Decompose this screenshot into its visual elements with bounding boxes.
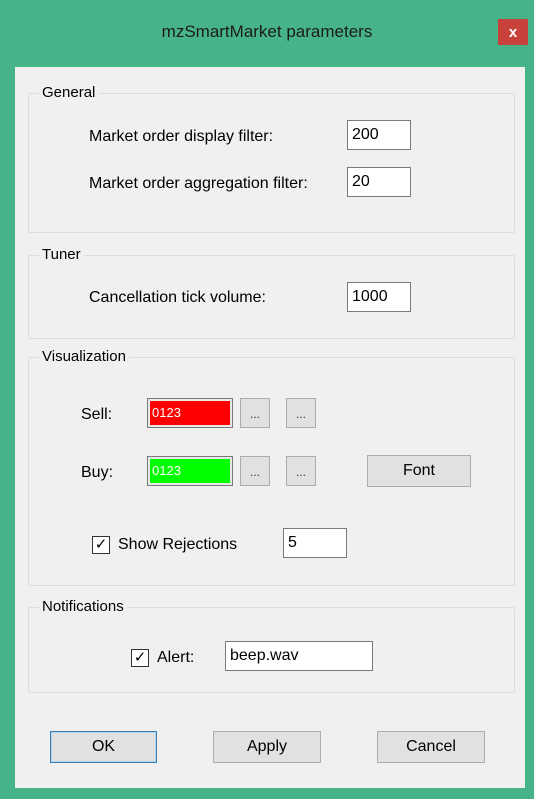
alert-checkbox[interactable]: ✓ — [131, 649, 149, 667]
group-visualization: Visualization Sell: 0123 ... ... Buy: 01… — [28, 348, 515, 586]
display-filter-input[interactable]: 200 — [347, 120, 411, 150]
buy-color-swatch: 0123 — [150, 459, 230, 483]
group-visualization-legend: Visualization — [39, 348, 129, 366]
group-general: General Market order display filter: 200… — [28, 84, 515, 233]
close-icon: x — [508, 23, 518, 41]
show-rejections-label: Show Rejections — [118, 536, 238, 553]
group-notifications: Notifications ✓ Alert: beep.wav — [28, 598, 515, 693]
aggregation-filter-label: Market order aggregation filter: — [89, 175, 308, 192]
buy-label: Buy: — [81, 464, 114, 481]
group-general-legend: General — [39, 84, 99, 102]
alert-label: Alert: — [157, 649, 195, 666]
group-tuner-legend: Tuner — [39, 246, 84, 264]
buy-color-preview[interactable]: 0123 — [147, 456, 233, 486]
sell-color-swatch: 0123 — [150, 401, 230, 425]
sell-label: Sell: — [81, 406, 113, 423]
dialog-window: mzSmartMarket parameters x General Marke… — [0, 0, 534, 799]
window-title: mzSmartMarket parameters — [161, 22, 373, 41]
group-notifications-legend: Notifications — [39, 598, 127, 616]
close-button[interactable]: x — [498, 19, 528, 45]
title-bar[interactable]: mzSmartMarket parameters x — [0, 0, 534, 66]
group-tuner: Tuner Cancellation tick volume: 1000 — [28, 246, 515, 339]
display-filter-label: Market order display filter: — [89, 128, 274, 145]
rejections-count-input[interactable]: 5 — [283, 528, 347, 558]
sell-font-color-button[interactable]: ... — [286, 398, 316, 428]
ok-button[interactable]: OK — [50, 731, 157, 763]
cancel-button[interactable]: Cancel — [377, 731, 485, 763]
show-rejections-checkbox[interactable]: ✓ — [92, 536, 110, 554]
cancellation-volume-label: Cancellation tick volume: — [89, 289, 266, 306]
buy-color-picker-button[interactable]: ... — [240, 456, 270, 486]
cancellation-volume-input[interactable]: 1000 — [347, 282, 411, 312]
apply-button[interactable]: Apply — [213, 731, 321, 763]
font-button[interactable]: Font — [367, 455, 471, 487]
sell-color-preview[interactable]: 0123 — [147, 398, 233, 428]
buy-font-color-button[interactable]: ... — [286, 456, 316, 486]
alert-sound-file-input[interactable]: beep.wav — [225, 641, 373, 671]
sell-color-picker-button[interactable]: ... — [240, 398, 270, 428]
aggregation-filter-input[interactable]: 20 — [347, 167, 411, 197]
